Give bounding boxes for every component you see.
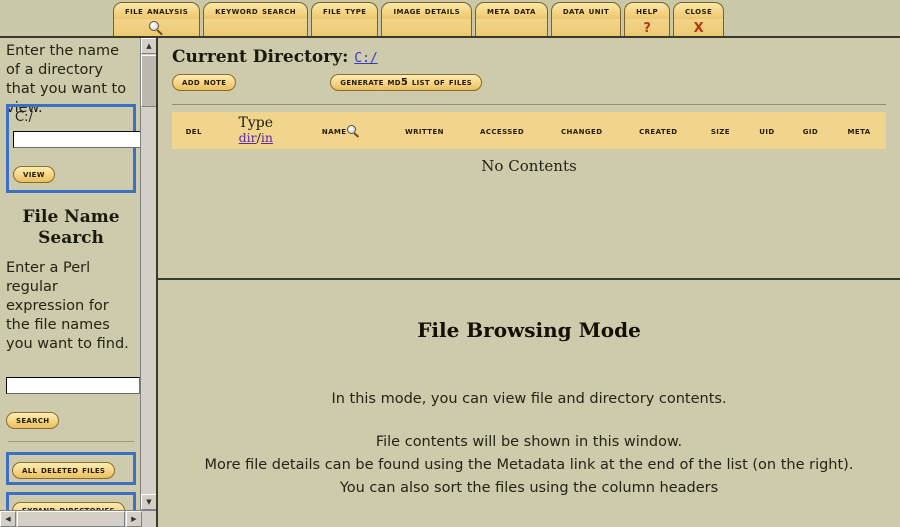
tab-help-body[interactable]: ?	[624, 19, 671, 36]
tab-group-file-type: File Type	[311, 2, 379, 36]
close-x-icon: X	[693, 20, 704, 36]
tab-file-analysis[interactable]: File Analysis	[113, 2, 201, 19]
tab-group-meta-data: Meta Data	[475, 2, 548, 36]
column-header-changed[interactable]: Changed	[542, 112, 621, 149]
scroll-down-arrow-icon[interactable]: ▼	[141, 494, 156, 510]
tab-data-unit-body[interactable]	[550, 19, 622, 36]
search-prompt-text: Enter a Perl regular expression for the …	[6, 260, 129, 352]
tab-help[interactable]: Help	[624, 2, 671, 19]
info-panel-line-3: More file details can be found using the…	[204, 457, 854, 473]
tab-group-keyword-search: Keyword Search	[203, 2, 308, 36]
tab-meta-data[interactable]: Meta Data	[475, 2, 548, 19]
column-header-uid[interactable]: UID	[745, 112, 788, 149]
tab-group-image-details: Image Details	[381, 2, 473, 36]
column-header-size[interactable]: Size	[696, 112, 746, 149]
top-tabs: File Analysis Keyword Search File Type I…	[113, 2, 725, 36]
column-header-created[interactable]: Created	[621, 112, 696, 149]
file-name-search-heading-line1: File Name	[22, 207, 120, 227]
sidebar-divider	[8, 441, 134, 442]
column-header-meta[interactable]: Meta	[832, 112, 886, 149]
current-directory-label: Current Directory:	[172, 47, 349, 67]
scroll-up-arrow-icon[interactable]: ▲	[141, 38, 156, 54]
tab-group-close: Close X	[673, 2, 725, 36]
tab-file-type[interactable]: File Type	[311, 2, 379, 19]
column-header-name-label: Name	[321, 124, 347, 137]
file-name-search-heading: File Name Search	[6, 207, 136, 249]
current-directory-heading: Current Directory: C:/	[172, 47, 886, 67]
sidebar-pane: Enter the name of a directory that you w…	[0, 38, 142, 510]
file-name-search-heading-line2: Search	[38, 228, 104, 248]
info-panel-spacer	[172, 411, 886, 431]
current-directory-link[interactable]: C:/	[354, 51, 377, 66]
file-list-divider	[172, 104, 886, 105]
info-panel-title: File Browsing Mode	[417, 318, 641, 342]
search-input[interactable]	[6, 377, 140, 394]
expand-directories-button[interactable]: Expand Directories	[12, 502, 125, 510]
scroll-right-arrow-icon[interactable]: ▶	[126, 511, 142, 527]
column-header-type-label: Type	[238, 115, 274, 131]
tab-help-label: Help	[636, 5, 659, 17]
magnifier-icon	[148, 21, 165, 36]
table-header-row: Del Type dir/in Name	[172, 112, 886, 149]
scroll-left-arrow-icon[interactable]: ◀	[0, 511, 16, 527]
tab-keyword-search-label: Keyword Search	[215, 5, 296, 17]
column-header-type[interactable]: Type dir/in	[215, 112, 296, 149]
tab-image-details-label: Image Details	[393, 5, 461, 17]
tab-image-details-body[interactable]	[381, 19, 473, 36]
tab-file-type-body[interactable]	[311, 19, 379, 36]
column-header-accessed[interactable]: Accessed	[462, 112, 543, 149]
tab-group-data-unit: Data Unit	[550, 2, 622, 36]
main-content-area: Current Directory: C:/ Add Note Generate…	[158, 38, 900, 527]
sidebar-vertical-scrollbar[interactable]: ▲ ▼	[140, 38, 156, 510]
directory-view-highlight-box: C:/ View	[6, 104, 142, 193]
type-link-dir[interactable]: dir	[239, 130, 257, 145]
column-header-written[interactable]: Written	[387, 112, 462, 149]
all-deleted-files-button[interactable]: All Deleted Files	[12, 462, 116, 479]
question-mark-icon: ?	[643, 20, 651, 36]
search-button[interactable]: Search	[6, 412, 60, 429]
tab-group-file-analysis: File Analysis	[113, 2, 201, 36]
file-list-header-row: Del Type dir/in Name	[172, 112, 886, 149]
tab-image-details[interactable]: Image Details	[381, 2, 473, 19]
info-panel-line-2: File contents will be shown in this wind…	[375, 434, 683, 450]
info-panel: File Browsing Mode In this mode, you can…	[158, 282, 900, 527]
expand-directories-highlight-box: Expand Directories	[6, 492, 136, 510]
tab-close-body[interactable]: X	[673, 19, 725, 36]
column-header-del[interactable]: Del	[172, 112, 215, 149]
name-search-magnifier-icon[interactable]	[347, 124, 361, 138]
info-panel-line-4: You can also sort the files using the co…	[339, 480, 719, 496]
sidebar-frame: Enter the name of a directory that you w…	[0, 38, 158, 527]
horizontal-scrollbar-thumb[interactable]	[17, 511, 125, 527]
tab-keyword-search-body[interactable]	[203, 19, 308, 36]
tab-file-analysis-body[interactable]	[113, 19, 201, 36]
tab-close[interactable]: Close	[673, 2, 725, 19]
tab-meta-data-body[interactable]	[475, 19, 548, 36]
top-navigation-bar: File Analysis Keyword Search File Type I…	[0, 0, 900, 38]
tab-data-unit-label: Data Unit	[562, 5, 610, 17]
generate-md5-button[interactable]: Generate MD5 List of Files	[330, 74, 483, 91]
tab-group-help: Help ?	[624, 2, 671, 36]
current-path-label: C:/	[15, 110, 33, 125]
file-list-panel: Current Directory: C:/ Add Note Generate…	[158, 38, 900, 280]
directory-actions: Add Note Generate MD5 List of Files	[172, 74, 886, 91]
tab-keyword-search[interactable]: Keyword Search	[203, 2, 308, 19]
tab-meta-data-label: Meta Data	[487, 5, 536, 17]
type-link-in[interactable]: in	[261, 130, 273, 145]
view-button[interactable]: View	[13, 166, 55, 183]
column-header-gid[interactable]: GID	[789, 112, 832, 149]
tab-file-analysis-label: File Analysis	[125, 5, 189, 17]
column-header-type-sublinks: dir/in	[218, 131, 293, 145]
vertical-scrollbar-thumb[interactable]	[141, 55, 156, 107]
file-list-table: Del Type dir/in Name	[172, 112, 886, 149]
tab-data-unit[interactable]: Data Unit	[550, 2, 622, 19]
info-panel-line-1: In this mode, you can view file and dire…	[331, 391, 727, 407]
tab-close-label: Close	[685, 5, 713, 17]
directory-input[interactable]	[13, 131, 142, 148]
add-note-button[interactable]: Add Note	[172, 74, 237, 91]
column-header-name[interactable]: Name	[296, 112, 387, 149]
sidebar-horizontal-scrollbar[interactable]: ◀ ▶	[0, 510, 156, 527]
all-deleted-files-highlight-box: All Deleted Files	[6, 452, 136, 485]
empty-list-message: No Contents	[481, 157, 577, 175]
tab-file-type-label: File Type	[323, 5, 367, 17]
